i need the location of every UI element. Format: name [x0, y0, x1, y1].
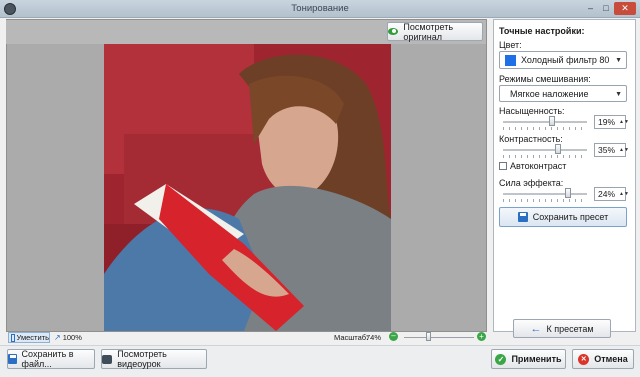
actual-size-label: 100% — [62, 333, 82, 342]
apply-label: Применить — [511, 354, 562, 364]
effect-thumb[interactable] — [565, 188, 571, 198]
floppy-disk-icon — [8, 354, 17, 364]
scale-value: 74% — [366, 333, 382, 342]
minimize-icon[interactable]: – — [583, 2, 598, 15]
contrast-thumb[interactable] — [555, 144, 561, 154]
color-label: Цвет: — [499, 40, 522, 50]
fit-button[interactable]: Уместить — [8, 332, 50, 343]
saturation-ticks — [503, 127, 587, 130]
save-file-label: Сохранить в файл... — [21, 349, 74, 369]
actual-size-button[interactable]: ↗ 100% — [54, 332, 84, 343]
blend-label: Режимы смешивания: — [499, 74, 591, 84]
effect-value: 24% — [598, 189, 616, 199]
title-bar: Тонирование – □ ✕ — [0, 0, 640, 18]
chevron-down-icon: ▼ — [615, 57, 622, 64]
apply-button[interactable]: ✓ Применить — [491, 349, 566, 369]
zoom-out-icon[interactable]: – — [389, 332, 398, 341]
color-select[interactable]: Холодный фильтр 80 ▼ — [499, 51, 627, 69]
contrast-value: 35% — [598, 145, 616, 155]
zoom-thumb[interactable] — [426, 332, 431, 341]
photo-svg — [104, 44, 391, 331]
contrast-input[interactable]: 35% ▲▼ — [594, 143, 629, 157]
effect-track[interactable] — [503, 193, 587, 195]
cancel-label: Отмена — [594, 354, 628, 364]
view-original-label: Посмотреть оригинал — [403, 21, 454, 42]
eye-icon — [388, 28, 399, 35]
blend-select[interactable]: Мягкое наложение ▼ — [499, 85, 627, 102]
saturation-thumb[interactable] — [549, 116, 555, 126]
watch-video-button[interactable]: Посмотреть видеоурок — [101, 349, 207, 369]
effect-spin-icon[interactable]: ▲▼ — [619, 191, 629, 197]
autocontrast-checkbox[interactable] — [499, 162, 507, 170]
photo-preview — [104, 44, 391, 331]
contrast-spin-icon[interactable]: ▲▼ — [619, 147, 629, 153]
save-preset-label: Сохранить пресет — [532, 212, 609, 222]
video-camera-icon — [102, 354, 113, 364]
zoom-in-icon[interactable]: + — [477, 332, 486, 341]
save-preset-button[interactable]: Сохранить пресет — [499, 207, 627, 227]
cancel-icon: ✕ — [578, 353, 590, 365]
maximize-icon[interactable]: □ — [599, 2, 613, 15]
effect-label: Сила эффекта: — [499, 178, 564, 188]
actual-size-icon: ↗ — [54, 333, 61, 342]
effect-ticks — [503, 199, 587, 202]
autocontrast-label[interactable]: Автоконтраст — [510, 161, 566, 171]
status-bar — [6, 333, 636, 345]
saturation-input[interactable]: 19% ▲▼ — [594, 115, 629, 129]
window-title: Тонирование — [291, 3, 349, 14]
panel-heading: Точные настройки: — [499, 26, 585, 36]
saturation-spin-icon[interactable]: ▲▼ — [619, 119, 629, 125]
cancel-button[interactable]: ✕ Отмена — [572, 349, 634, 369]
saturation-value: 19% — [598, 117, 616, 127]
zoom-track[interactable] — [404, 337, 474, 338]
contrast-track[interactable] — [503, 149, 587, 151]
contrast-label: Контрастность: — [499, 134, 563, 144]
blend-value: Мягкое наложение — [510, 88, 589, 99]
fit-label: Уместить — [16, 333, 49, 342]
back-to-presets-label: К пресетам — [546, 323, 594, 334]
color-value: Холодный фильтр 80 — [521, 55, 610, 65]
effect-input[interactable]: 24% ▲▼ — [594, 187, 629, 201]
chevron-down-icon: ▼ — [615, 91, 622, 98]
close-icon[interactable]: ✕ — [614, 2, 636, 15]
saturation-label: Насыщенность: — [499, 106, 565, 116]
contrast-ticks — [503, 155, 587, 158]
view-original-button[interactable]: Посмотреть оригинал — [387, 21, 483, 42]
saturation-track[interactable] — [503, 121, 587, 123]
watch-video-label: Посмотреть видеоурок — [117, 349, 167, 369]
floppy-disk-icon — [517, 212, 528, 222]
fit-screen-icon — [11, 333, 15, 342]
save-file-button[interactable]: Сохранить в файл... — [7, 349, 95, 369]
check-icon: ✓ — [495, 353, 507, 365]
scale-label: Масштаб: — [334, 333, 369, 342]
color-swatch — [505, 54, 516, 66]
